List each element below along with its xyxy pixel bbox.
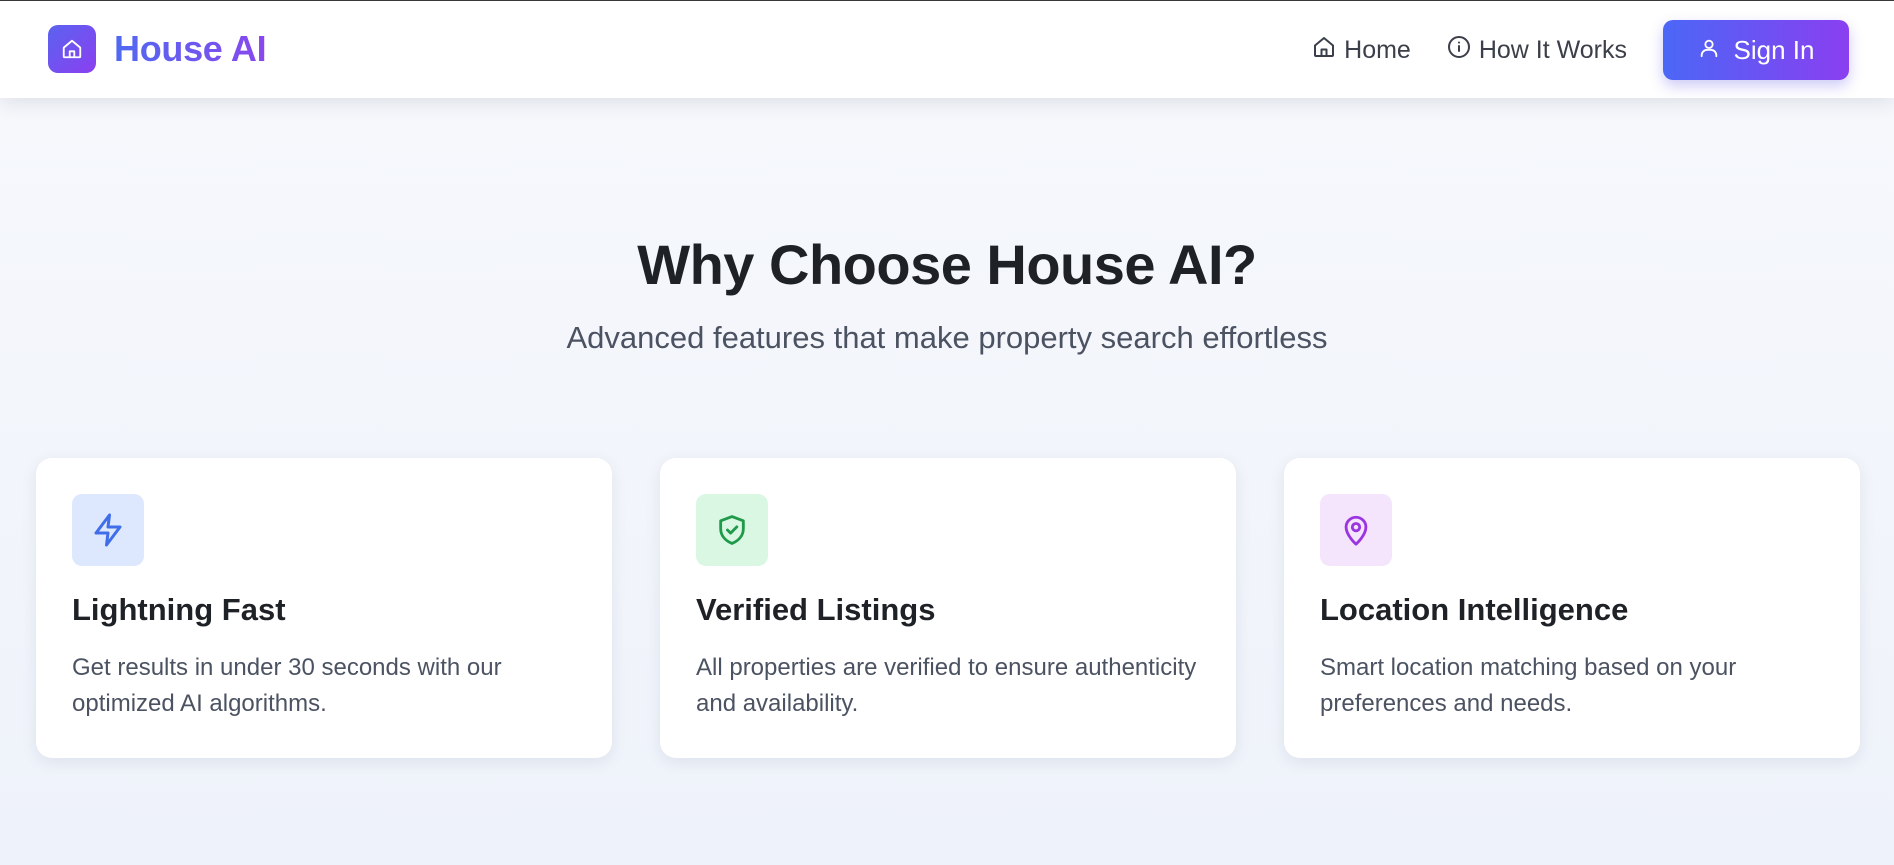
house-logo-icon: [48, 25, 96, 73]
sign-in-label: Sign In: [1733, 34, 1815, 65]
brand-name: House AI: [114, 28, 267, 69]
feature-card-lightning-fast: Lightning Fast Get results in under 30 s…: [36, 458, 612, 758]
nav-home-link[interactable]: Home: [1312, 35, 1411, 66]
feature-card-description: All properties are verified to ensure au…: [696, 654, 1197, 717]
top-navbar: House AI Home How It Works Sign In: [0, 1, 1894, 98]
nav-home-label: Home: [1344, 35, 1411, 64]
lightning-icon: [72, 494, 144, 566]
nav-how-it-works-label: How It Works: [1478, 35, 1627, 64]
features-section: Why Choose House AI? Advanced features t…: [0, 98, 1894, 865]
feature-card-title: Verified Listings: [696, 592, 936, 627]
section-subtitle: Advanced features that make property sea…: [566, 320, 1328, 355]
user-icon: [1698, 35, 1734, 66]
map-pin-icon: [1320, 494, 1392, 566]
feature-card-verified-listings: Verified Listings All properties are ver…: [660, 458, 1236, 758]
section-title: Why Choose House AI?: [637, 233, 1257, 296]
feature-card-description: Smart location matching based on your pr…: [1320, 654, 1737, 717]
feature-card-location-intelligence: Location Intelligence Smart location mat…: [1284, 458, 1860, 758]
info-icon: [1447, 35, 1479, 66]
feature-card-description: Get results in under 30 seconds with our…: [72, 654, 502, 717]
sign-in-button[interactable]: Sign In: [1663, 20, 1849, 80]
nav-how-it-works-link[interactable]: How It Works: [1447, 35, 1627, 66]
home-icon: [1312, 35, 1344, 66]
feature-card-title: Location Intelligence: [1320, 592, 1629, 627]
shield-check-icon: [696, 494, 768, 566]
brand-logo[interactable]: House AI: [48, 25, 267, 73]
feature-card-title: Lightning Fast: [72, 592, 286, 627]
main-nav: Home How It Works Sign In: [1312, 20, 1849, 80]
